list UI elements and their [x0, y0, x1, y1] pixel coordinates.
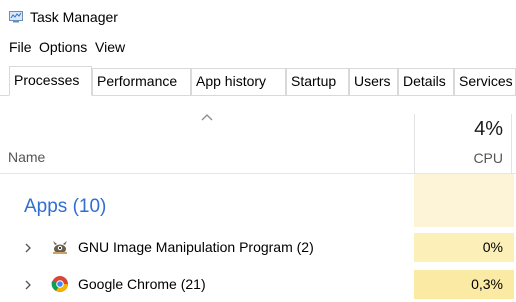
- column-cpu[interactable]: CPU: [415, 150, 503, 166]
- sort-ascending-icon[interactable]: [200, 112, 214, 122]
- chrome-icon: [51, 276, 68, 292]
- process-row[interactable]: Google Chrome (21) 0,3%: [0, 270, 516, 299]
- column-divider-right[interactable]: [511, 114, 512, 174]
- tab-processes[interactable]: Processes: [9, 66, 92, 96]
- tab-startup[interactable]: Startup: [286, 68, 349, 95]
- process-name: GNU Image Manipulation Program (2): [78, 239, 314, 255]
- column-name[interactable]: Name: [8, 149, 45, 165]
- menu-file[interactable]: File: [9, 39, 32, 55]
- process-cpu: 0,3%: [471, 276, 503, 292]
- menu-view[interactable]: View: [95, 39, 125, 55]
- cpu-total: 4%: [474, 118, 503, 140]
- window-title: Task Manager: [30, 9, 118, 25]
- chevron-right-icon[interactable]: [23, 279, 33, 291]
- chevron-right-icon[interactable]: [23, 242, 33, 254]
- menu-bar: File Options View: [0, 36, 516, 58]
- group-apps[interactable]: Apps (10): [24, 196, 106, 218]
- tab-details[interactable]: Details: [398, 68, 454, 95]
- tab-users[interactable]: Users: [349, 68, 398, 95]
- tab-app-history[interactable]: App history: [191, 68, 286, 95]
- tab-services[interactable]: Services: [454, 68, 516, 95]
- gimp-icon: [53, 241, 67, 254]
- title-bar: Task Manager: [0, 0, 516, 34]
- process-row[interactable]: GNU Image Manipulation Program (2) 0%: [0, 233, 516, 262]
- group-cpu-cell: [414, 174, 514, 227]
- task-manager-icon: [9, 11, 23, 23]
- menu-options[interactable]: Options: [39, 39, 87, 55]
- tab-performance[interactable]: Performance: [92, 68, 191, 95]
- process-name: Google Chrome (21): [78, 276, 206, 292]
- process-cpu: 0%: [482, 239, 503, 255]
